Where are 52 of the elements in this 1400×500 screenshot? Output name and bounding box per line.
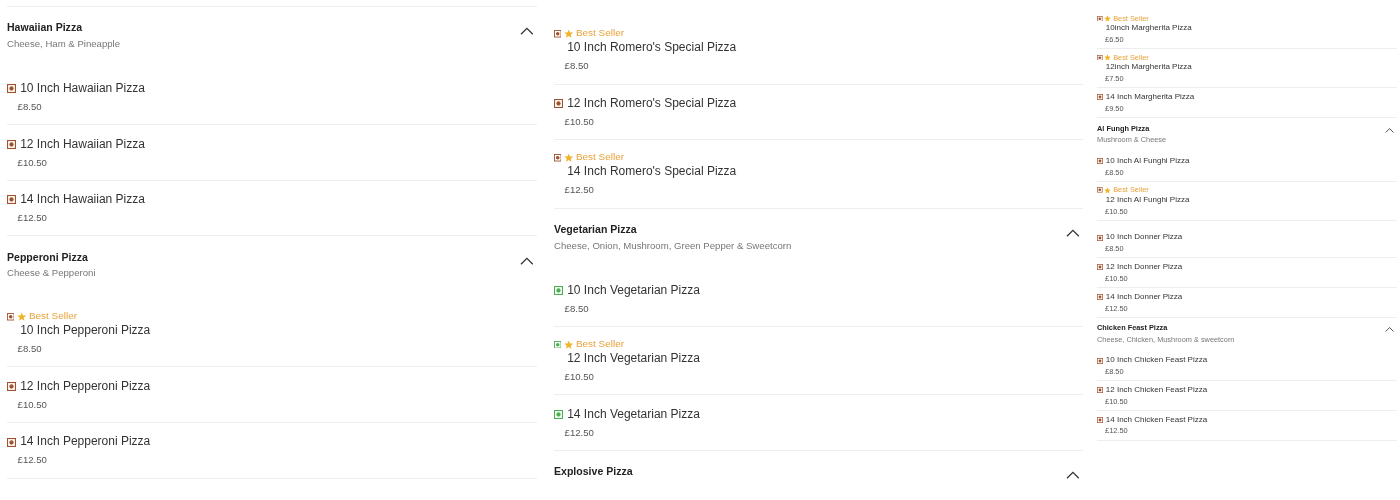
item-name: 10 Inch Chicken Feast Pizza	[1105, 355, 1208, 366]
chevron-up-icon[interactable]	[1385, 326, 1395, 333]
best-seller-label: Best Seller	[575, 151, 625, 165]
item-name: 12 Inch Hawaiian Pizza	[20, 136, 145, 153]
item-name: 10 Inch Pepperoni Pizza	[20, 323, 151, 339]
item-name: 10 Inch Romero's Special Pizza	[567, 40, 737, 56]
item-price: £10.50	[17, 398, 48, 412]
item-price: £8.50	[564, 60, 590, 73]
best-seller-label: Best Seller	[575, 27, 625, 41]
item-price: £8.50	[17, 100, 43, 114]
item-name: 14 Inch Vegetarian Pizza	[567, 406, 700, 423]
item-price: £12.50	[564, 184, 595, 197]
item-name: 10 Inch Donner Pizza	[1105, 232, 1183, 243]
section-description: Cheese & Pepperoni	[7, 267, 96, 280]
chevron-up-icon[interactable]	[519, 26, 534, 36]
section-title: Hawaiian Pizza	[7, 21, 84, 36]
item-price: £12.50	[17, 212, 48, 225]
item-name: 14 Inch Pepperoni Pizza	[20, 434, 151, 450]
item-name: 12 Inch Al Funghi Pizza	[1105, 194, 1190, 206]
best-seller-label: Best Seller	[575, 338, 625, 352]
item-name: 12 Inch Pepperoni Pizza	[20, 378, 151, 395]
item-price: £10.50	[564, 115, 595, 129]
section-description: Cheese, Onion, Mushroom, Green Pepper & Sweetcorn	[554, 239, 792, 252]
item-price: £12.50	[564, 426, 595, 440]
chevron-up-icon[interactable]	[1065, 227, 1080, 238]
chevron-up-icon[interactable]	[519, 255, 534, 266]
item-price: £10.50	[564, 371, 595, 384]
item-name: 12 Inch Romero's Special Pizza	[567, 95, 737, 112]
item-name: 14 Inch Romero's Special Pizza	[567, 164, 737, 180]
item-name: 10 Inch Vegetarian Pizza	[567, 282, 700, 299]
section-title: Pepperoni Pizza	[7, 250, 89, 265]
item-price: £8.50	[564, 302, 590, 315]
item-name: 12inch Margherita Pizza	[1105, 62, 1192, 73]
item-name: 10 Inch Al Funghi Pizza	[1105, 155, 1190, 167]
item-name: 14 Inch Chicken Feast Pizza	[1105, 414, 1208, 425]
item-name: 14 Inch Margherita Pizza	[1105, 91, 1195, 103]
section-description: Cheese, Ham & Pineapple	[7, 38, 121, 51]
item-name: 12 Inch Vegetarian Pizza	[567, 351, 700, 367]
chevron-up-icon[interactable]	[1065, 470, 1080, 480]
item-name: 14 Inch Donner Pizza	[1105, 291, 1183, 303]
item-price: £10.50	[17, 156, 48, 169]
chevron-up-icon[interactable]	[1385, 126, 1395, 134]
item-name: 14 Inch Hawaiian Pizza	[20, 192, 145, 208]
best-seller-label: Best Seller	[28, 310, 78, 324]
section-title: Explosive Pizza	[554, 465, 633, 479]
item-price: £8.50	[17, 343, 43, 356]
item-name: 12 Inch Donner Pizza	[1105, 262, 1183, 273]
item-name: 10 Inch Hawaiian Pizza	[20, 81, 145, 97]
item-name: 12 Inch Chicken Feast Pizza	[1105, 385, 1208, 396]
item-price: £12.50	[17, 454, 48, 467]
item-name: 10inch Margherita Pizza	[1105, 23, 1192, 34]
section-title: Vegetarian Pizza	[554, 222, 638, 237]
